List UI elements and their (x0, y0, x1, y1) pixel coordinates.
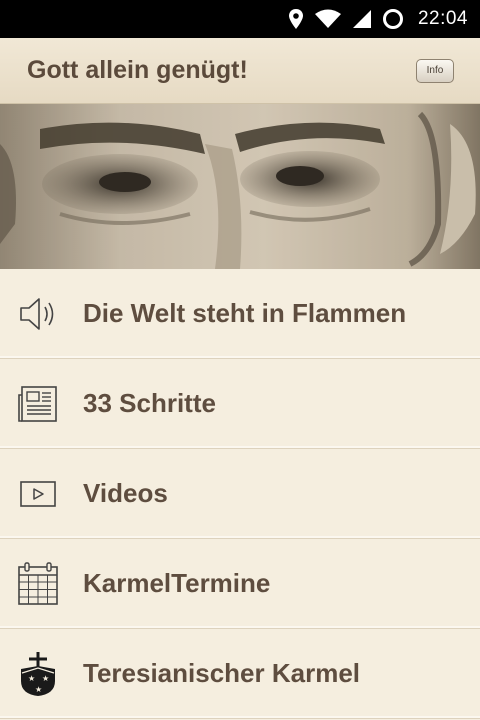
portrait-photo (0, 104, 480, 269)
menu-item-label: KarmelTermine (83, 568, 271, 598)
speaker-icon (0, 269, 83, 359)
svg-text:★: ★ (35, 685, 42, 694)
video-play-icon (0, 449, 83, 539)
svg-text:★: ★ (42, 674, 49, 683)
wifi-icon (314, 9, 342, 29)
sync-icon (382, 8, 404, 30)
svg-text:★: ★ (28, 674, 35, 683)
menu-item-welt-in-flammen[interactable]: Die Welt steht in Flammen (0, 269, 480, 359)
menu-item-label: Teresianischer Karmel (83, 658, 360, 688)
status-bar: 22:04 (0, 0, 480, 38)
menu-item-label: 33 Schritte (83, 388, 216, 418)
menu-item-karmeltermine[interactable]: KarmelTermine (0, 539, 480, 629)
header-photo (0, 104, 480, 269)
menu-item-videos[interactable]: Videos (0, 449, 480, 539)
main-menu: Die Welt steht in Flammen 33 Schritte Vi… (0, 269, 480, 719)
menu-item-33-schritte[interactable]: 33 Schritte (0, 359, 480, 449)
page-title: Gott allein genügt! (27, 56, 248, 84)
app-header: Gott allein genügt! Info (0, 38, 480, 104)
signal-icon (352, 9, 372, 29)
menu-item-label: Die Welt steht in Flammen (83, 298, 407, 328)
calendar-icon (0, 539, 83, 629)
info-button[interactable]: Info (416, 58, 454, 83)
menu-item-teresianischer-karmel[interactable]: ★ ★ ★ Teresianischer Karmel (0, 629, 480, 719)
clock: 22:04 (417, 8, 468, 29)
location-icon (288, 8, 304, 30)
newspaper-icon (0, 359, 83, 449)
menu-item-label: Videos (83, 478, 168, 508)
carmel-emblem-icon: ★ ★ ★ (0, 629, 83, 719)
